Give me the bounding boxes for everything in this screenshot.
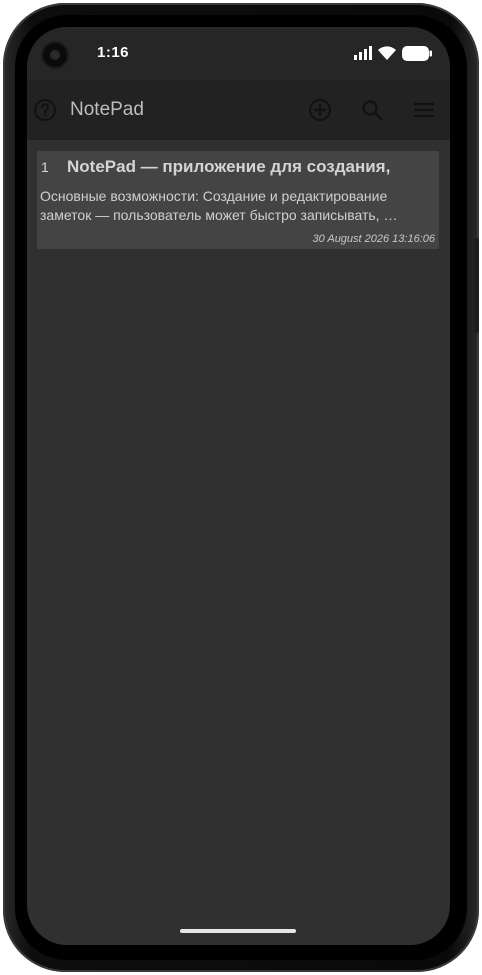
status-time: 1:16: [97, 44, 130, 61]
help-button[interactable]: [33, 98, 57, 122]
battery-icon: [402, 45, 432, 61]
note-preview: Основные возможности: Создание и редакти…: [40, 188, 398, 223]
help-icon: [34, 99, 56, 121]
note-list: 1 NotePad — приложение для создания, Осн…: [37, 151, 439, 249]
note-date: 30 August 2026 13:16:06: [312, 233, 435, 245]
add-note-button[interactable]: [294, 80, 346, 140]
menu-icon: [413, 102, 435, 118]
app-bar: NotePad: [27, 80, 450, 140]
search-button[interactable]: [346, 80, 398, 140]
screen: 1:16 NotePad 1 NotePad — приложение для …: [27, 27, 450, 945]
app-title: NotePad: [70, 99, 144, 120]
status-bar: 1:16: [27, 27, 450, 80]
status-icons: [354, 43, 432, 63]
wifi-icon: [378, 46, 396, 60]
search-icon: [362, 100, 383, 121]
note-title: NotePad — приложение для создания,: [67, 157, 391, 176]
add-circle-icon: [309, 99, 331, 121]
menu-button[interactable]: [398, 80, 450, 140]
power-button: [474, 238, 479, 333]
note-item[interactable]: 1 NotePad — приложение для создания, Осн…: [37, 151, 439, 249]
front-camera: [41, 41, 69, 69]
home-indicator[interactable]: [180, 929, 296, 933]
app-actions: [294, 80, 450, 140]
note-number: 1: [41, 159, 49, 175]
signal-icon: [354, 46, 372, 60]
